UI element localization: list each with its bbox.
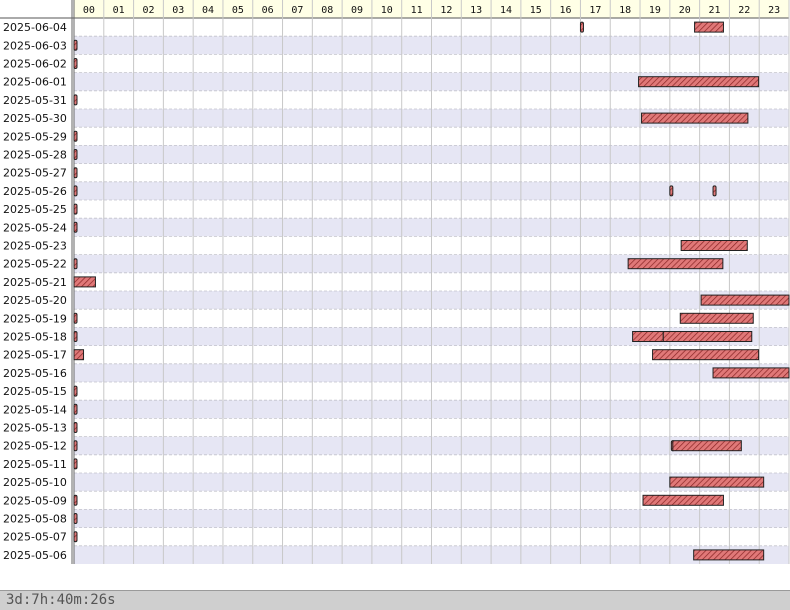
hour-tick-label: 18 [619, 5, 631, 16]
hour-tick-label: 19 [649, 5, 661, 16]
status-bar: 3d:7h:40m:26s [0, 590, 790, 610]
day-label: 2025-05-23 [3, 240, 67, 253]
duration-bar [73, 349, 85, 361]
duration-bar [579, 21, 584, 33]
hour-tick-label: 14 [500, 5, 512, 16]
duration-bar [669, 185, 674, 197]
duration-bar [712, 185, 717, 197]
duration-bar [73, 440, 78, 452]
duration-bar [73, 185, 78, 197]
hour-tick-label: 06 [262, 5, 274, 16]
day-label: 2025-06-03 [3, 39, 67, 52]
duration-bar [712, 367, 790, 379]
hour-tick-label: 09 [351, 5, 363, 16]
duration-bar [638, 76, 760, 88]
duration-bar [700, 294, 790, 306]
day-label: 2025-05-18 [3, 331, 67, 344]
duration-bar [679, 312, 754, 324]
day-label: 2025-05-19 [3, 312, 67, 325]
day-label: 2025-05-15 [3, 385, 67, 398]
day-label: 2025-06-02 [3, 58, 67, 71]
timeline-chart: 00 01 02 03 04 05 06 07 08 09 10 11 12 13 14 15 16 17 18 19… [0, 0, 790, 590]
day-label: 2025-05-08 [3, 513, 67, 526]
duration-bar [662, 331, 753, 342]
day-label: 2025-05-09 [3, 494, 67, 507]
duration-bar [693, 549, 765, 561]
day-label: 2025-05-07 [3, 531, 67, 544]
day-label: 2025-05-25 [3, 203, 67, 216]
duration-bar [73, 94, 78, 106]
day-label: 2025-06-04 [3, 21, 67, 34]
hour-tick-label: 23 [768, 5, 780, 16]
hour-tick-label: 15 [530, 5, 542, 16]
duration-bar [694, 21, 724, 33]
duration-bar [652, 349, 760, 361]
day-label: 2025-05-26 [3, 185, 67, 198]
day-label: 2025-05-24 [3, 221, 67, 234]
hour-tick-label: 11 [411, 5, 423, 16]
day-label: 2025-05-22 [3, 258, 67, 271]
hour-tick-label: 05 [232, 5, 244, 16]
day-label: 2025-05-21 [3, 276, 67, 289]
duration-bar [73, 513, 78, 524]
day-label: 2025-05-14 [3, 403, 67, 416]
day-label: 2025-05-20 [3, 294, 67, 307]
hour-tick-label: 02 [142, 5, 154, 16]
hour-tick-label: 01 [113, 5, 125, 16]
hour-tick-label: 07 [291, 5, 303, 16]
hour-tick-label: 03 [172, 5, 184, 16]
hour-tick-label: 00 [83, 5, 95, 16]
hour-tick-label: 20 [679, 5, 691, 16]
hour-tick-label: 04 [202, 5, 214, 16]
duration-bar [632, 331, 664, 342]
duration-bar [73, 403, 78, 415]
duration-bar [641, 112, 749, 124]
day-label: 2025-05-17 [3, 349, 67, 362]
total-duration: 3d:7h:40m:26s [6, 592, 116, 608]
duration-bar [669, 476, 765, 488]
duration-bar [73, 422, 78, 433]
hour-tick-label: 12 [440, 5, 452, 16]
duration-bar [627, 258, 724, 270]
duration-bar [73, 258, 78, 270]
day-label: 2025-06-01 [3, 76, 67, 89]
duration-bar [680, 240, 748, 251]
day-label: 2025-05-06 [3, 549, 67, 562]
duration-bar [73, 312, 78, 324]
day-label: 2025-05-12 [3, 440, 67, 453]
duration-bar [73, 167, 78, 179]
duration-bar [73, 221, 78, 233]
day-label: 2025-05-11 [3, 458, 67, 471]
day-label: 2025-05-31 [3, 94, 67, 107]
duration-bar [73, 531, 78, 543]
hour-tick-label: 17 [589, 5, 601, 16]
hour-tick-label: 13 [470, 5, 482, 16]
day-label: 2025-05-27 [3, 167, 67, 180]
duration-bar [73, 149, 78, 160]
day-label: 2025-05-16 [3, 367, 67, 380]
duration-bar [642, 494, 724, 506]
duration-bar [73, 385, 78, 397]
duration-bar [73, 203, 78, 215]
duration-bar [672, 440, 742, 452]
day-label: 2025-05-13 [3, 422, 67, 435]
hour-tick-label: 08 [321, 5, 333, 16]
duration-bar [73, 458, 78, 470]
hour-tick-label: 22 [738, 5, 750, 16]
chart-svg: 00 01 02 03 04 05 06 07 08 09 10 11 12 13 14 15 16 17 18 19… [0, 0, 790, 564]
duration-bar [73, 58, 78, 69]
duration-bar [73, 494, 78, 506]
duration-bar [73, 130, 78, 142]
day-label: 2025-05-29 [3, 130, 67, 143]
duration-bar [73, 331, 78, 342]
duration-bar [73, 276, 96, 288]
hour-tick-label: 21 [708, 5, 720, 16]
duration-bar [73, 39, 78, 51]
day-label: 2025-05-30 [3, 112, 67, 125]
day-label: 2025-05-28 [3, 149, 67, 162]
hour-tick-label: 10 [381, 5, 393, 16]
day-label: 2025-05-10 [3, 476, 67, 489]
hour-tick-label: 16 [560, 5, 572, 16]
